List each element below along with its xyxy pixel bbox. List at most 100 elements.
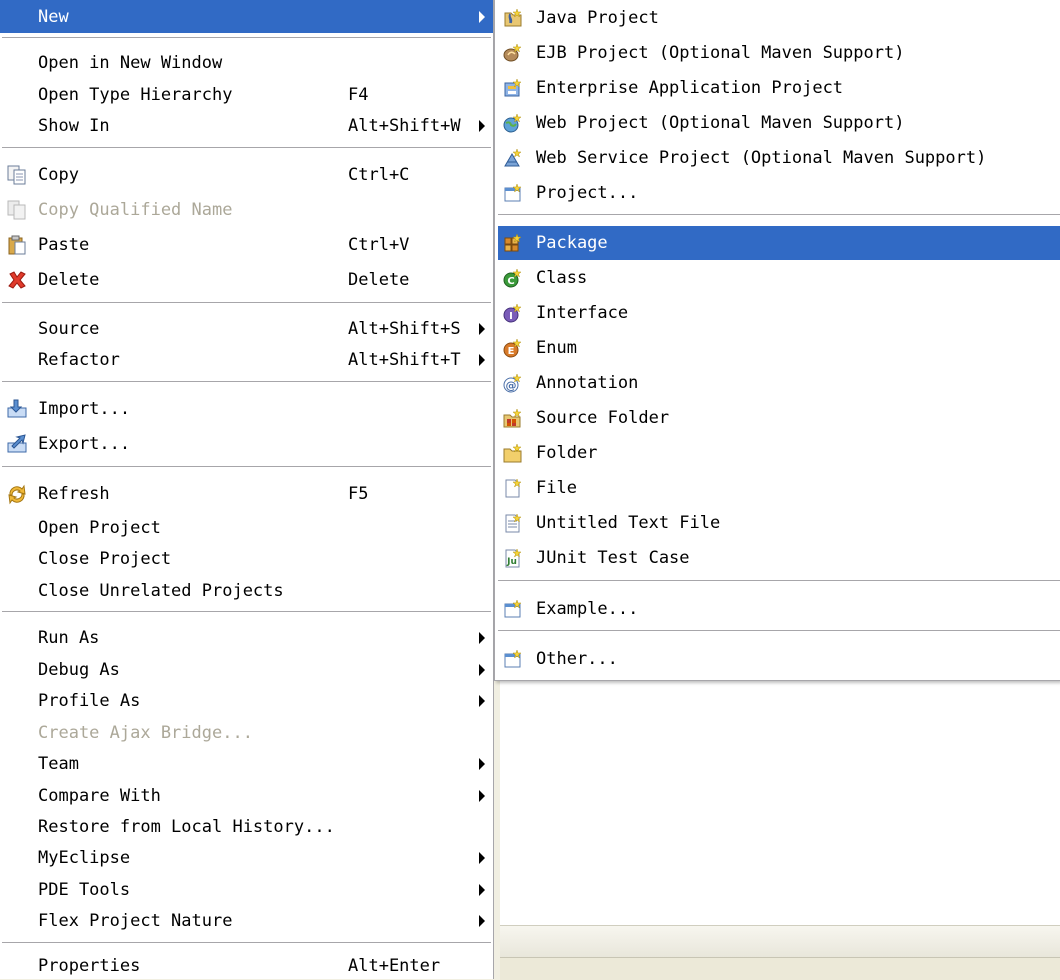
submenu-item-project[interactable]: Project... — [498, 176, 1060, 210]
menu-item-label: Untitled Text File — [536, 513, 721, 533]
submenu-item-junit-test-case[interactable]: Ju JUnit Test Case — [498, 541, 1060, 575]
menu-item-restore-from-local-history[interactable]: Restore from Local History... — [0, 811, 493, 842]
submenu-arrow-icon — [479, 851, 485, 864]
menu-item-label: Package — [536, 233, 608, 253]
menu-item-label: Refactor — [38, 349, 120, 370]
menu-item-label: Copy Qualified Name — [38, 199, 233, 220]
submenu-item-folder[interactable]: Folder — [498, 436, 1060, 470]
web-project-icon — [503, 113, 522, 133]
menu-item-delete[interactable]: Delete Delete — [0, 264, 493, 295]
submenu-item-package[interactable]: Package — [498, 226, 1060, 260]
menu-item-show-in[interactable]: Show In Alt+Shift+W — [0, 110, 493, 141]
submenu-item-file[interactable]: File — [498, 471, 1060, 505]
menu-item-open-type-hierarchy[interactable]: Open Type Hierarchy F4 — [0, 79, 493, 110]
menu-item-export[interactable]: Export... — [0, 428, 493, 459]
menu-item-label: Enterprise Application Project — [536, 78, 844, 98]
menu-item-label: New — [38, 6, 69, 27]
menu-separator — [2, 302, 491, 304]
menu-item-shortcut: Alt+Shift+S — [348, 318, 461, 339]
submenu-arrow-icon — [479, 631, 485, 644]
menu-item-label: Enum — [536, 338, 577, 358]
class-icon: C — [503, 268, 522, 288]
menu-item-create-ajax-bridge[interactable]: Create Ajax Bridge... — [0, 717, 493, 748]
menu-item-shortcut: Ctrl+V — [348, 234, 410, 255]
submenu-item-enum[interactable]: E Enum — [498, 331, 1060, 365]
menu-item-open-in-new-window[interactable]: Open in New Window — [0, 47, 493, 78]
menu-item-label: Show In — [38, 115, 110, 136]
menu-item-label: Source Folder — [536, 408, 670, 428]
menu-item-properties[interactable]: Properties Alt+Enter — [0, 952, 493, 979]
menu-item-source[interactable]: Source Alt+Shift+S — [0, 313, 493, 344]
menu-item-pde-tools[interactable]: PDE Tools — [0, 874, 493, 905]
menu-item-label: Interface — [536, 303, 629, 323]
menu-item-copy-qualified-name[interactable]: Copy Qualified Name — [0, 194, 493, 225]
menu-separator — [2, 611, 491, 613]
menu-item-open-project[interactable]: Open Project — [0, 512, 493, 543]
menu-item-refresh[interactable]: Refresh F5 — [0, 478, 493, 509]
submenu-item-java-project[interactable]: Java Project — [498, 1, 1060, 35]
menu-item-import[interactable]: Import... — [0, 393, 493, 424]
submenu-item-untitled-text-file[interactable]: Untitled Text File — [498, 506, 1060, 540]
submenu-item-source-folder[interactable]: Source Folder — [498, 401, 1060, 435]
delete-icon — [8, 270, 26, 289]
menu-item-flex-project-nature[interactable]: Flex Project Nature — [0, 905, 493, 936]
submenu-item-web-service-project[interactable]: Web Service Project (Optional Maven Supp… — [498, 141, 1060, 175]
submenu-item-web-project[interactable]: Web Project (Optional Maven Support) — [498, 106, 1060, 140]
junit-test-case-icon: Ju — [505, 548, 522, 568]
menu-item-label: Restore from Local History... — [38, 816, 335, 837]
menu-item-close-unrelated-projects[interactable]: Close Unrelated Projects — [0, 575, 493, 606]
submenu-item-annotation[interactable]: @ Annotation — [498, 366, 1060, 400]
menu-separator — [498, 214, 1060, 216]
menu-item-label: Annotation — [536, 373, 639, 393]
menu-item-label: Class — [536, 268, 588, 288]
submenu-item-interface[interactable]: I Interface — [498, 296, 1060, 330]
menu-item-run-as[interactable]: Run As — [0, 622, 493, 653]
menu-item-myeclipse[interactable]: MyEclipse — [0, 842, 493, 873]
menu-item-paste[interactable]: Paste Ctrl+V — [0, 229, 493, 260]
paste-icon — [8, 235, 26, 254]
submenu-item-class[interactable]: C Class — [498, 261, 1060, 295]
menu-item-team[interactable]: Team — [0, 748, 493, 779]
menu-item-label: Paste — [38, 234, 90, 255]
menu-item-refactor[interactable]: Refactor Alt+Shift+T — [0, 344, 493, 375]
submenu-item-example[interactable]: Example... — [498, 592, 1060, 626]
submenu-arrow-icon — [479, 789, 485, 802]
menu-separator — [2, 37, 491, 39]
menu-item-compare-with[interactable]: Compare With — [0, 780, 493, 811]
menu-item-label: Run As — [38, 627, 100, 648]
web-service-project-icon — [504, 148, 522, 167]
submenu-arrow-icon — [479, 119, 485, 132]
ejb-project-icon — [503, 43, 522, 62]
menu-item-label: MyEclipse — [38, 847, 131, 868]
file-icon — [505, 478, 522, 498]
submenu-item-enterprise-application-project[interactable]: Enterprise Application Project — [498, 71, 1060, 105]
svg-text:Ju: Ju — [506, 557, 517, 567]
submenu-arrow-icon — [479, 663, 485, 676]
submenu-item-other[interactable]: Other... — [498, 642, 1060, 676]
menu-item-close-project[interactable]: Close Project — [0, 543, 493, 574]
svg-text:E: E — [508, 346, 515, 357]
menu-separator — [2, 466, 491, 468]
submenu-arrow-icon — [479, 694, 485, 707]
submenu-arrow-icon — [479, 757, 485, 770]
menu-separator — [2, 381, 491, 383]
menu-item-new[interactable]: New — [0, 0, 493, 33]
submenu-item-ejb-project[interactable]: EJB Project (Optional Maven Support) — [498, 36, 1060, 70]
menu-item-debug-as[interactable]: Debug As — [0, 654, 493, 685]
background-panel-bar — [500, 925, 1060, 958]
copy-icon — [7, 165, 26, 184]
export-icon — [7, 433, 27, 452]
menu-item-label: Export... — [38, 433, 131, 454]
menu-item-label: Java Project — [536, 8, 659, 28]
menu-item-copy[interactable]: Copy Ctrl+C — [0, 159, 493, 190]
menu-item-label: Import... — [38, 398, 131, 419]
menu-item-label: PDE Tools — [38, 879, 131, 900]
other-wizard-icon — [504, 649, 522, 668]
menu-item-label: JUnit Test Case — [536, 548, 690, 568]
submenu-arrow-icon — [479, 914, 485, 927]
menu-item-label: Compare With — [38, 785, 161, 806]
menu-item-shortcut: Delete — [348, 269, 410, 290]
menu-item-label: Debug As — [38, 659, 120, 680]
menu-item-profile-as[interactable]: Profile As — [0, 685, 493, 716]
menu-item-label: Example... — [536, 599, 639, 619]
